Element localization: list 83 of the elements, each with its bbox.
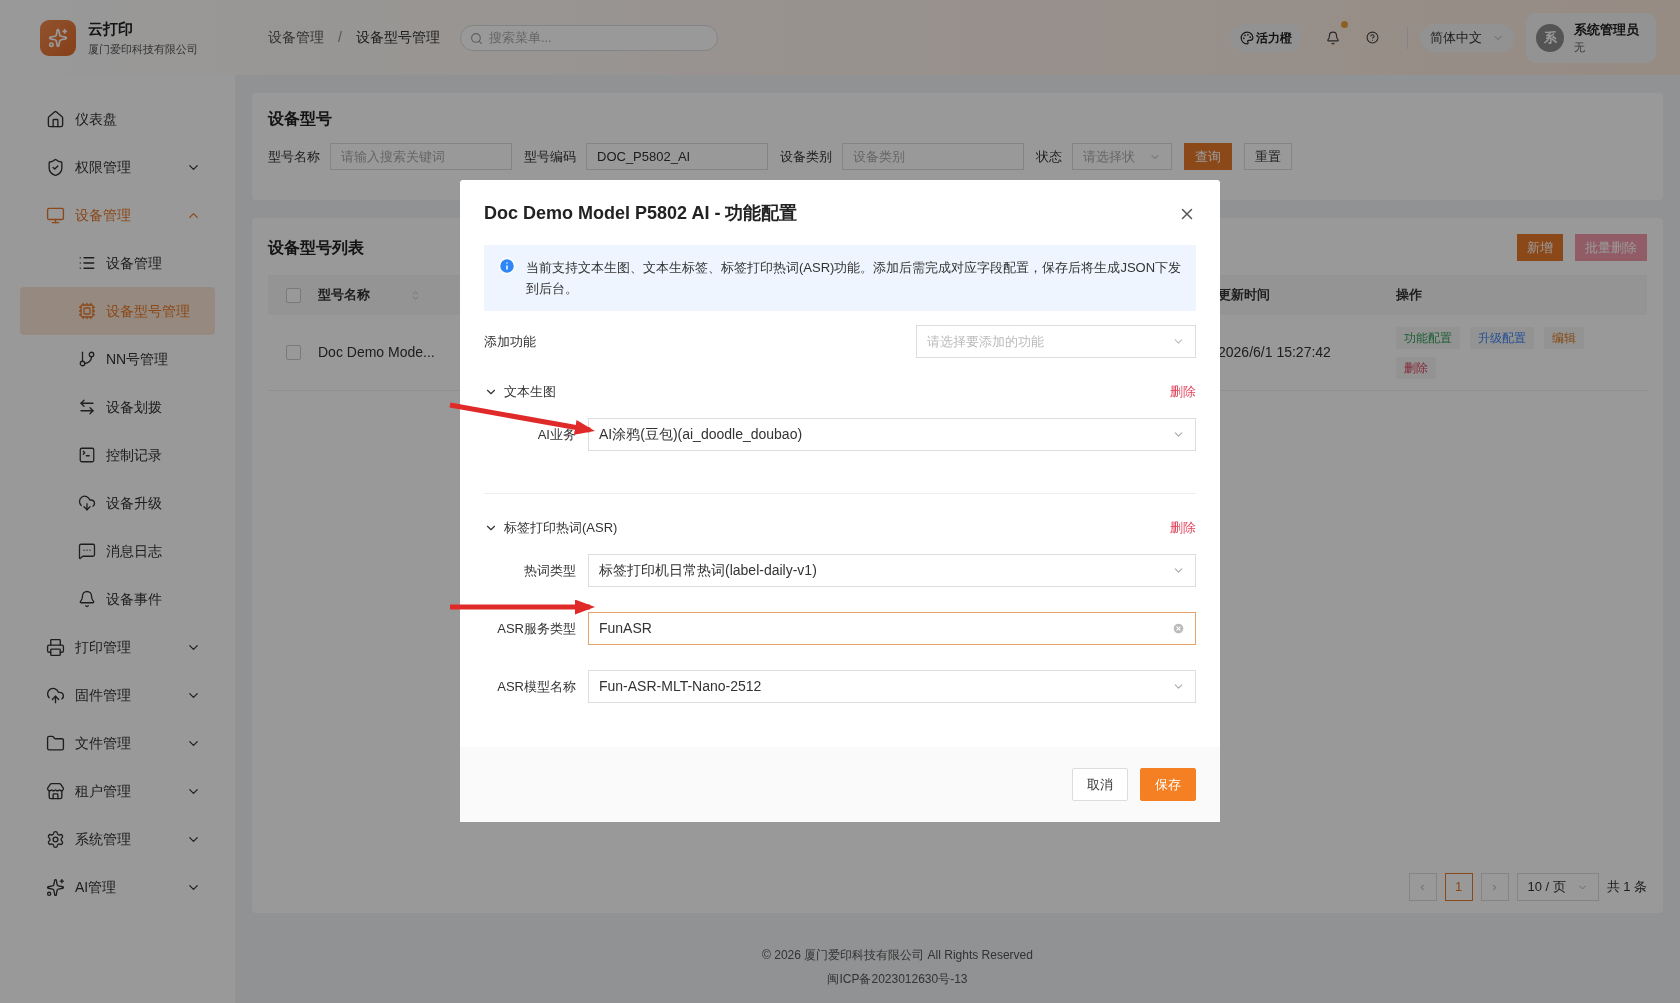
sidebar-item[interactable]: 租户管理	[0, 767, 235, 815]
folder-icon	[46, 733, 65, 753]
info-text: 当前支持文本生图、文本生标签、标签打印热词(ASR)功能。添加后需完成对应字段配置，保存后将生成JSON下发到后台。	[526, 259, 1182, 298]
company-name: 厦门爱印科技有限公司	[88, 41, 199, 57]
monitor-icon	[46, 205, 65, 225]
field-select[interactable]: AI涂鸦(豆包)(ai_doodle_doubao)	[588, 418, 1196, 451]
printer-icon	[46, 637, 65, 657]
home-icon	[46, 109, 65, 129]
sidebar-subitem[interactable]: 设备划拨	[20, 383, 215, 431]
field-label: 添加功能	[484, 332, 536, 351]
delete-link[interactable]: 删除	[1170, 382, 1196, 402]
breadcrumb-separator: /	[338, 28, 342, 47]
table-cell: 2026/6/1 15:27:42	[1218, 344, 1331, 360]
theme-button[interactable]: 活力橙	[1230, 23, 1302, 52]
icp-text: 闽ICP备2023012630号-13	[827, 971, 968, 988]
filter-label: 型号编码	[524, 147, 576, 166]
sidebar-item[interactable]: 权限管理	[0, 143, 235, 191]
sidebar-item[interactable]: 文件管理	[0, 719, 235, 767]
search-icon	[469, 31, 483, 45]
field-select[interactable]: Fun-ASR-MLT-Nano-2512	[588, 670, 1196, 703]
message-icon	[78, 542, 96, 560]
user-name: 系统管理员	[1574, 20, 1639, 39]
sidebar-item[interactable]: AI管理	[0, 863, 235, 911]
field-label: ASR模型名称	[496, 677, 577, 696]
bell-icon	[78, 590, 96, 608]
page-size-select[interactable]: 10 / 页	[1516, 873, 1599, 901]
cancel-button[interactable]: 取消	[1072, 768, 1128, 801]
sidebar-subitem[interactable]: 设备管理	[20, 239, 215, 287]
info-icon	[498, 257, 516, 275]
list-icon	[78, 254, 96, 272]
help-icon[interactable]	[1366, 31, 1379, 44]
filter-input[interactable]: DOC_P5802_AI	[586, 143, 768, 170]
swap-icon	[78, 398, 96, 416]
sidebar-subitem[interactable]: 消息日志	[20, 527, 215, 575]
language-select[interactable]: 简体中文	[1420, 23, 1514, 52]
cloud-upload-icon	[46, 685, 65, 705]
field-label: ASR服务类型	[496, 619, 577, 638]
field-label: 热词类型	[523, 561, 577, 580]
terminal-icon	[78, 446, 96, 464]
column-header: 操作	[1396, 287, 1422, 303]
copyright-text: © 2026 厦门爱印科技有限公司 All Rights Reserved	[762, 947, 1033, 964]
reset-button[interactable]: 重置	[1244, 143, 1292, 170]
user-role: 无	[1574, 40, 1586, 55]
sidebar-subitem[interactable]: 控制记录	[20, 431, 215, 479]
sidebar-item[interactable]: 打印管理	[0, 623, 235, 671]
field-select[interactable]: 标签打印机日常热词(label-daily-v1)	[588, 554, 1196, 587]
chip-icon	[78, 302, 96, 320]
dialog-title: Doc Demo Model P5802 AI - 功能配置	[484, 202, 798, 225]
header-checkbox[interactable]	[285, 287, 301, 303]
table-cell: Doc Demo Mode...	[318, 344, 435, 360]
field-label: AI业务	[536, 425, 577, 444]
sidebar-item[interactable]: 仪表盘	[0, 95, 235, 143]
section-toggle[interactable]: 文本生图	[484, 382, 556, 402]
section-title: 设备型号列表	[268, 237, 364, 258]
total-count: 共 1 条	[1606, 878, 1647, 897]
settings-icon	[46, 829, 65, 849]
filter-label: 型号名称	[268, 147, 320, 166]
row-checkbox[interactable]	[285, 345, 301, 360]
section-toggle[interactable]: 标签打印热词(ASR)	[484, 518, 618, 538]
cloud-download-icon	[78, 494, 96, 512]
sidebar-item[interactable]: 固件管理	[0, 671, 235, 719]
user-avatar: 系	[1536, 23, 1564, 52]
column-header: 型号名称	[318, 286, 370, 305]
app-name: 云打印	[88, 19, 134, 39]
sidebar-subitem[interactable]: 设备升级	[20, 479, 215, 527]
user-card[interactable]: 系 系统管理员 无	[1526, 12, 1656, 63]
palette-icon	[1240, 30, 1254, 45]
store-icon	[46, 781, 65, 801]
sidebar-subitem[interactable]: 设备事件	[20, 575, 215, 623]
breadcrumb-current: 设备型号管理	[355, 28, 440, 47]
notification-icon[interactable]	[1326, 30, 1340, 45]
sparkles-icon	[46, 877, 65, 897]
sparkles-icon	[48, 27, 68, 48]
field-select[interactable]: FunASR	[588, 612, 1196, 645]
shield-icon	[46, 157, 65, 177]
filter-label: 状态	[1036, 147, 1062, 166]
filter-label: 设备类别	[780, 147, 832, 166]
sidebar-subitem[interactable]: NN号管理	[20, 335, 215, 383]
branch-icon	[78, 350, 96, 368]
breadcrumb-link[interactable]: 设备管理	[268, 27, 324, 48]
sidebar-item[interactable]: 系统管理	[0, 815, 235, 863]
section-title: 设备型号	[268, 109, 333, 129]
delete-link[interactable]: 删除	[1170, 518, 1196, 538]
